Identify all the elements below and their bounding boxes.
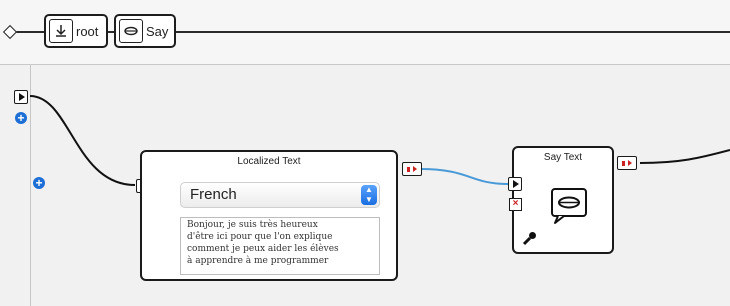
add-input-plus-icon[interactable]: + bbox=[33, 177, 45, 189]
wire-start-to-localized bbox=[29, 95, 136, 186]
add-input-plus-icon[interactable]: + bbox=[15, 112, 27, 124]
say-text-title: Say Text bbox=[543, 152, 583, 163]
localized-text-title: Localized Text bbox=[237, 156, 301, 167]
say-text-box[interactable]: Say Text bbox=[512, 146, 614, 254]
speech-lips-icon bbox=[549, 186, 593, 231]
say-text-stop-port[interactable]: × bbox=[509, 198, 522, 211]
language-select-value: French bbox=[190, 186, 237, 203]
localized-text-field[interactable]: Bonjour, je suis très heureux d'être ici… bbox=[180, 217, 380, 275]
say-text-output-port[interactable] bbox=[617, 156, 637, 170]
localized-text-box[interactable]: Localized Text French ▲ ▼ Bonjour, je sui… bbox=[140, 150, 398, 281]
localized-text-output-port[interactable] bbox=[402, 162, 422, 176]
say-text-input-port[interactable] bbox=[508, 177, 522, 191]
start-input-port[interactable] bbox=[14, 90, 28, 104]
select-chevron-icon[interactable]: ▲ ▼ bbox=[361, 185, 377, 205]
wrench-icon[interactable] bbox=[522, 230, 538, 251]
language-select[interactable]: French ▲ ▼ bbox=[180, 182, 380, 208]
wire-localized-to-say bbox=[419, 168, 509, 185]
wire-say-out bbox=[639, 149, 730, 164]
